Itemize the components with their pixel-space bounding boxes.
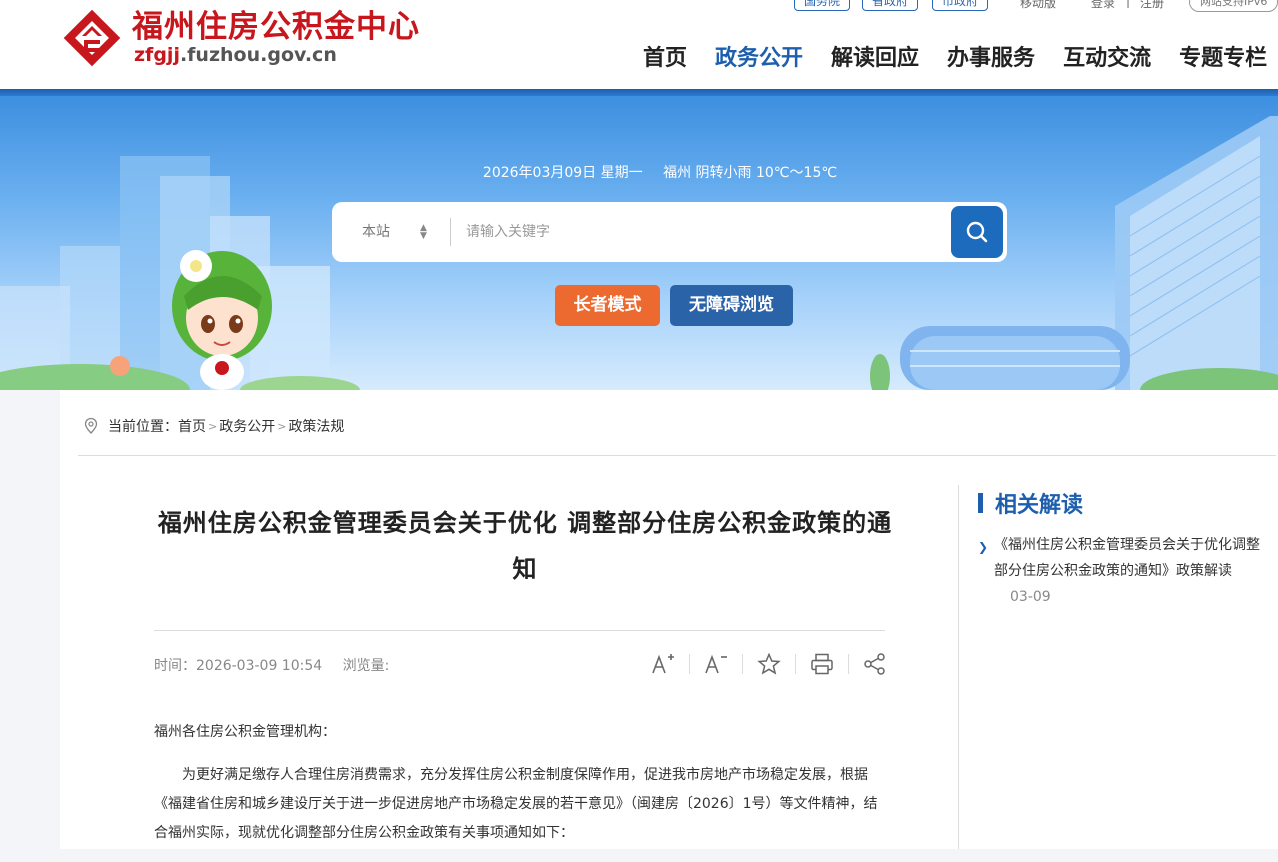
publish-time: 时间：2026-03-09 10:54 [154, 658, 322, 674]
main-nav: 首页 政务公开 解读回应 办事服务 互动交流 专题专栏 [643, 40, 1267, 72]
related-title-text: 相关解读 [995, 493, 1084, 518]
toolbar-divider [689, 654, 690, 674]
time-label: 时间： [154, 658, 196, 674]
site-title[interactable]: 福州住房公积金中心 [132, 1, 420, 46]
title-accent-bar [978, 493, 983, 513]
breadcrumb: 当前位置： 首页 > 政务公开 > 政策法规 [82, 416, 344, 436]
ipv6-badge: 网站支持IPv6 [1189, 0, 1278, 12]
font-increase-icon[interactable] [645, 651, 681, 677]
sidebar-divider [958, 485, 959, 849]
link-state-council[interactable]: 国务院 [794, 0, 851, 11]
toolbar-divider [742, 654, 743, 674]
content-panel: 当前位置： 首页 > 政务公开 > 政策法规 福州住房公积金管理委员会关于优化 … [60, 390, 1278, 849]
related-interpretation-title: 相关解读 [978, 487, 1083, 519]
banner: 2026年03月09日 星期一 福州 阴转小雨 10℃～15℃ 本站 ▲▼ 长者… [0, 96, 1278, 390]
domain-suffix: .fuzhou.gov.cn [179, 44, 337, 66]
nav-services[interactable]: 办事服务 [947, 40, 1035, 72]
views-label: 浏览量: [342, 658, 390, 674]
nav-interaction[interactable]: 互动交流 [1063, 40, 1151, 72]
site-header: 福州住房公积金中心 zfgjj.fuzhou.gov.cn 国务院 省政府 市政… [0, 0, 1278, 96]
font-decrease-icon[interactable] [698, 651, 734, 677]
related-item-date: 03-09 [1010, 589, 1051, 605]
article-title: 福州住房公积金管理委员会关于优化 调整部分住房公积金政策的通知 [157, 509, 893, 583]
link-city-gov[interactable]: 市政府 [932, 0, 989, 11]
article-salutation: 福州各住房公积金管理机构： [154, 724, 336, 740]
elder-mode-button[interactable]: 长者模式 [555, 285, 660, 326]
search-divider [450, 218, 451, 246]
breadcrumb-divider [78, 455, 1276, 456]
related-item[interactable]: ❯ 《福州住房公积金管理委员会关于优化调整部分住房公积金政策的通知》政策解读 03… [978, 532, 1268, 610]
location-pin-icon [84, 417, 98, 434]
domain-prefix: zfgjj [134, 44, 180, 66]
accessible-browse-button[interactable]: 无障碍浏览 [670, 285, 793, 326]
nav-home[interactable]: 首页 [643, 40, 687, 72]
toolbar-divider [848, 654, 849, 674]
nav-topics[interactable]: 专题专栏 [1179, 40, 1267, 72]
breadcrumb-policies[interactable]: 政策法规 [288, 416, 344, 436]
breadcrumb-gov-affairs[interactable]: 政务公开 [219, 416, 275, 436]
search-input[interactable] [454, 212, 934, 252]
search-bar: 本站 ▲ ▼ [332, 202, 1007, 262]
site-domain: zfgjj.fuzhou.gov.cn [134, 44, 337, 66]
logo-icon[interactable] [60, 6, 124, 70]
nav-interpretation[interactable]: 解读回应 [831, 40, 919, 72]
weather-info: 福州 阴转小雨 10℃～15℃ [663, 165, 838, 181]
login-register-divider: | [1126, 0, 1131, 8]
date-weather: 2026年03月09日 星期一 福州 阴转小雨 10℃～15℃ [0, 162, 1278, 182]
article-paragraph: 为更好满足缴存人合理住房消费需求，充分发挥住房公积金制度保障作用，促进我市房地产… [154, 767, 878, 841]
toolbar-divider [795, 654, 796, 674]
breadcrumb-separator: > [277, 419, 287, 433]
related-item-text[interactable]: 《福州住房公积金管理委员会关于优化调整部分住房公积金政策的通知》政策解读 03-0… [978, 532, 1268, 610]
nav-gov-affairs[interactable]: 政务公开 [715, 40, 803, 72]
article-body: 福州各住房公积金管理机构： 为更好满足缴存人合理住房消费需求，充分发挥住房公积金… [154, 718, 889, 862]
header-accent-bar [0, 89, 1278, 96]
breadcrumb-label: 当前位置： [108, 419, 178, 435]
mobile-link[interactable]: 移动版 [1020, 0, 1056, 11]
print-icon[interactable] [804, 651, 840, 677]
article-toolbar [645, 651, 893, 677]
star-icon[interactable] [751, 651, 787, 677]
link-provincial-gov[interactable]: 省政府 [862, 0, 919, 11]
search-button[interactable] [951, 206, 1003, 258]
time-value: 2026-03-09 10:54 [196, 658, 323, 674]
related-item-link[interactable]: 《福州住房公积金管理委员会关于优化调整部分住房公积金政策的通知》政策解读 [994, 537, 1260, 579]
chevron-right-icon: ❯ [978, 540, 989, 554]
current-date: 2026年03月09日 星期一 [482, 165, 643, 181]
login-link[interactable]: 登录 [1091, 0, 1115, 11]
search-scope-select[interactable]: 本站 [362, 202, 390, 262]
breadcrumb-separator: > [208, 419, 218, 433]
title-divider [154, 630, 885, 631]
register-link[interactable]: 注册 [1140, 0, 1164, 11]
breadcrumb-home[interactable]: 首页 [178, 416, 206, 436]
updown-arrow-icon[interactable]: ▲ ▼ [420, 224, 427, 241]
share-icon[interactable] [857, 651, 893, 677]
article-meta: 时间：2026-03-09 10:54 浏览量: [154, 655, 405, 675]
search-icon [966, 221, 988, 243]
